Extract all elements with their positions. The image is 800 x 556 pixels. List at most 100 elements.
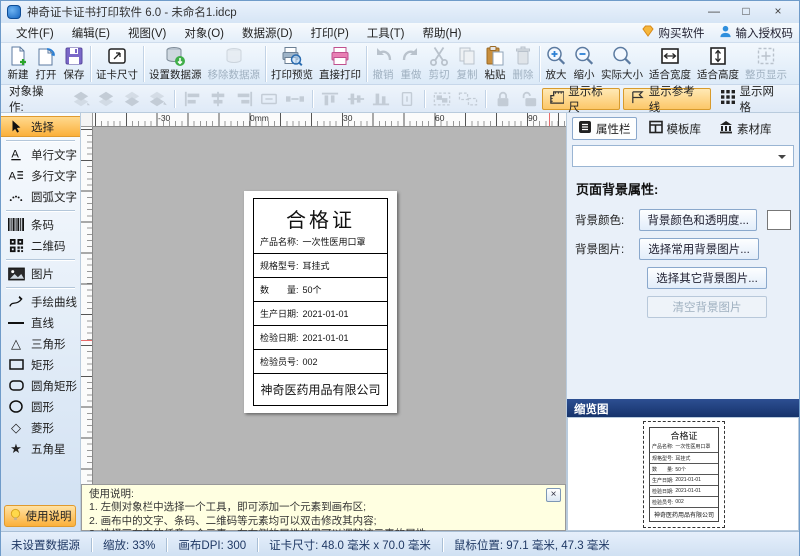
background-color-swatch[interactable]	[767, 210, 791, 230]
minimize-button[interactable]: —	[699, 3, 729, 21]
row-value: 2021-01-01	[675, 477, 701, 483]
tool-image[interactable]: 图片	[1, 263, 80, 284]
svg-text:A: A	[11, 148, 19, 160]
redo-icon	[400, 45, 422, 67]
ruler-label: 30	[343, 113, 352, 123]
row-value: 一次性医用口罩	[303, 235, 366, 248]
main-toolbar: 新建 打开 保存 证卡尺寸 设置数据源 移除数据源 打印预览	[1, 43, 799, 85]
row-label: 规格型号:	[260, 259, 299, 272]
zoom-out-button[interactable]: 缩小	[570, 44, 598, 84]
actual-size-button[interactable]: 实际大小	[598, 44, 646, 84]
toolbar-separator	[265, 46, 266, 82]
new-button[interactable]: 新建	[4, 44, 32, 84]
menu-edit[interactable]: 编辑(E)	[63, 23, 119, 43]
other-background-image-button[interactable]: 选择其它背景图片...	[647, 267, 767, 289]
direct-print-button[interactable]: 直接打印	[316, 44, 364, 84]
open-button[interactable]: 打开	[32, 44, 60, 84]
card-row[interactable]: 生产日期: 2021-01-01	[254, 301, 387, 325]
usage-help-label: 使用说明	[26, 508, 72, 524]
canvas-area[interactable]: -30 0mm 30 60 90 合格证 产品名称: 一次性医用口罩	[81, 113, 566, 531]
background-image-label: 背景图片:	[575, 241, 639, 257]
tab-properties[interactable]: 属性栏	[572, 117, 637, 140]
sidebar-divider	[6, 210, 75, 211]
tool-line[interactable]: 直线	[1, 312, 80, 333]
print-preview-button[interactable]: 打印预览	[268, 44, 316, 84]
tool-freehand-curve[interactable]: 手绘曲线	[1, 291, 80, 312]
toolbar-separator	[485, 90, 486, 108]
zoom-in-icon	[545, 45, 567, 67]
tool-triangle[interactable]: △ 三角形	[1, 333, 80, 354]
object-toolbar: 对象操作: 显示标尺 显示参考线	[1, 85, 799, 113]
background-color-button[interactable]: 背景颜色和透明度...	[639, 209, 757, 231]
maximize-button[interactable]: □	[731, 3, 761, 21]
status-separator	[91, 538, 92, 552]
tool-rounded-rectangle[interactable]: 圆角矩形	[1, 375, 80, 396]
card-title[interactable]: 合格证	[254, 199, 387, 229]
set-datasource-button[interactable]: 设置数据源	[146, 44, 205, 84]
row-label: 检验员号:	[652, 499, 673, 506]
toolbar-separator	[90, 46, 91, 82]
status-mouse-position: 鼠标位置: 97.1 毫米, 47.3 毫米	[454, 537, 610, 553]
show-grid-toggle[interactable]: 显示网格	[714, 88, 791, 110]
common-background-image-button[interactable]: 选择常用背景图片...	[639, 238, 759, 260]
toggle-label: 显示标尺	[568, 83, 613, 115]
fit-width-button[interactable]: 适合宽度	[646, 44, 694, 84]
paste-button[interactable]: 粘贴	[481, 44, 509, 84]
menu-help[interactable]: 帮助(H)	[413, 23, 470, 43]
show-ruler-toggle[interactable]: 显示标尺	[542, 88, 620, 110]
vertical-ruler	[81, 127, 93, 531]
tab-materials[interactable]: 素材库	[713, 117, 778, 140]
card-head-cell: 合格证 产品名称: 一次性医用口罩	[254, 199, 387, 253]
usage-help-button[interactable]: 使用说明	[4, 505, 76, 527]
save-button[interactable]: 保存	[60, 44, 88, 84]
multi-text-icon: A	[6, 168, 26, 183]
zoom-in-button[interactable]: 放大	[542, 44, 570, 84]
tool-select[interactable]: 选择	[1, 116, 80, 137]
row-label: 数 量:	[652, 466, 673, 473]
align-left-icon	[180, 89, 205, 109]
fit-height-button[interactable]: 适合高度	[694, 44, 742, 84]
undo-icon	[372, 45, 394, 67]
tool-single-line-text[interactable]: A 单行文字	[1, 144, 80, 165]
tool-circle[interactable]: 圆形	[1, 396, 80, 417]
tool-arc-text[interactable]: 圆弧文字	[1, 186, 80, 207]
qrcode-icon	[6, 238, 26, 253]
menu-print[interactable]: 打印(P)	[301, 23, 357, 43]
row-label: 产品名称:	[260, 235, 299, 248]
buy-software-button[interactable]: 购买软件	[641, 24, 705, 41]
tool-rectangle[interactable]: 矩形	[1, 354, 80, 375]
card-size-button[interactable]: 证卡尺寸	[93, 44, 141, 84]
menu-object[interactable]: 对象(O)	[175, 23, 233, 43]
card-row[interactable]: 规格型号: 耳挂式	[254, 253, 387, 277]
zoom-out-icon	[573, 45, 595, 67]
certificate-card[interactable]: 合格证 产品名称: 一次性医用口罩 规格型号: 耳挂式 数 量: 50个	[244, 191, 397, 413]
menu-file[interactable]: 文件(F)	[7, 23, 63, 43]
card-row[interactable]: 检验日期: 2021-01-01	[254, 325, 387, 349]
close-button[interactable]: ×	[763, 3, 793, 21]
button-label: 新建	[8, 67, 29, 82]
thumbnail-card[interactable]: 合格证 产品名称:一次性医用口罩 规格型号:耳挂式 数 量:50个 生产日期:2…	[643, 421, 725, 528]
card-row[interactable]: 数 量: 50个	[254, 277, 387, 301]
row-label: 检验员号:	[260, 355, 299, 368]
instructions-close-button[interactable]: ×	[546, 488, 561, 502]
thumbnail-section-header: 缩览图	[567, 399, 799, 417]
tool-multi-line-text[interactable]: A 多行文字	[1, 165, 80, 186]
tab-templates[interactable]: 模板库	[643, 117, 708, 140]
menu-tools[interactable]: 工具(T)	[358, 23, 414, 43]
card-row[interactable]: 检验员号: 002	[254, 349, 387, 373]
ruler-label: 60	[435, 113, 444, 123]
menu-datasource[interactable]: 数据源(D)	[233, 23, 301, 43]
background-color-row: 背景颜色: 背景颜色和透明度...	[567, 206, 799, 235]
status-datasource: 未设置数据源	[11, 537, 80, 553]
card-company[interactable]: 神奇医药用品有限公司	[254, 373, 387, 405]
menu-view[interactable]: 视图(V)	[119, 23, 175, 43]
tool-barcode[interactable]: 条码	[1, 214, 80, 235]
tool-star[interactable]: ★ 五角星	[1, 438, 80, 459]
object-selector-combobox[interactable]	[572, 145, 794, 167]
usage-instructions-box: 使用说明: 1. 左侧对象栏中选择一个工具，即可添加一个元素到画布区; 2. 画…	[81, 484, 566, 531]
show-guides-toggle[interactable]: 显示参考线	[623, 88, 712, 110]
tool-qrcode[interactable]: 二维码	[1, 235, 80, 256]
instructions-title: 使用说明:	[89, 488, 545, 501]
license-code-button[interactable]: 输入授权码	[719, 25, 794, 41]
tool-diamond[interactable]: ◇ 菱形	[1, 417, 80, 438]
